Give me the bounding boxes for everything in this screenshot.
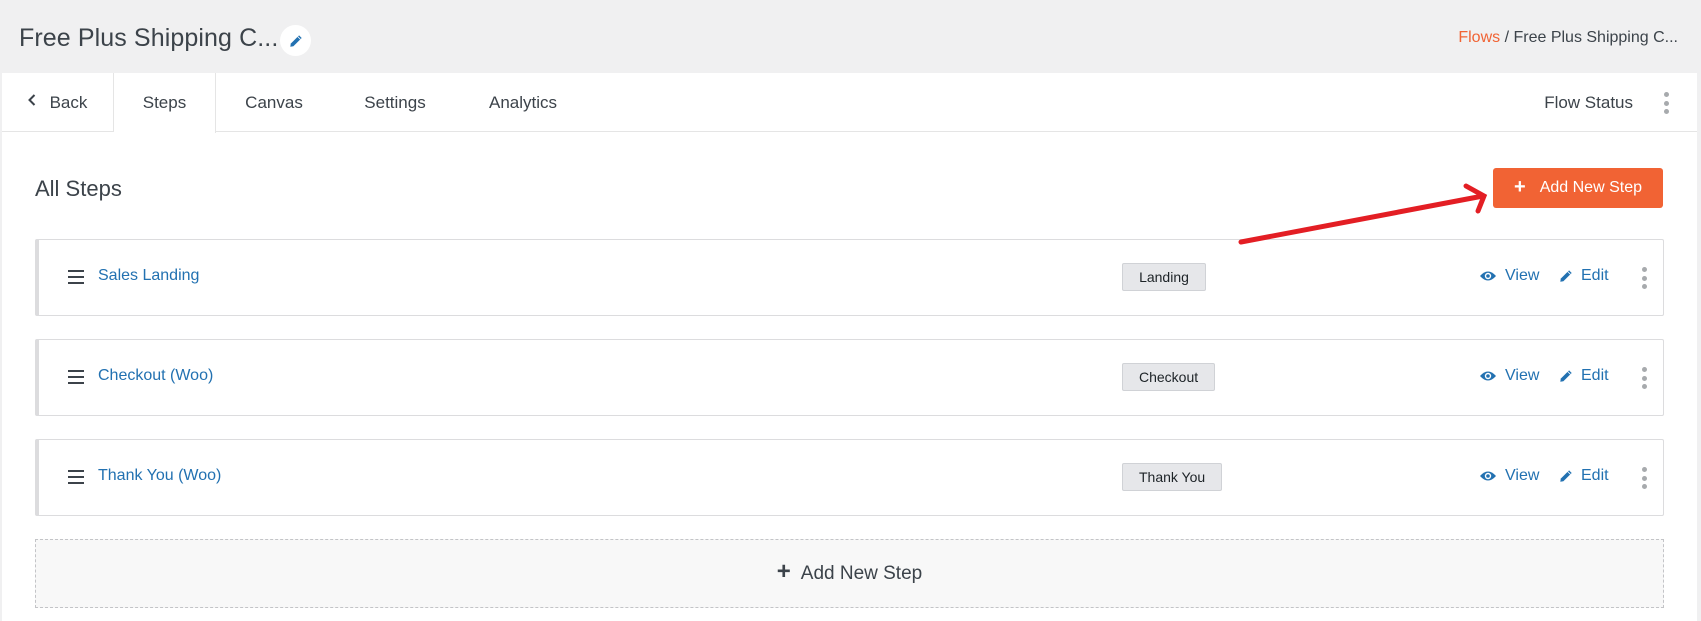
drag-handle-icon[interactable] xyxy=(68,370,84,384)
edit-label: Edit xyxy=(1581,267,1609,284)
view-label: View xyxy=(1505,267,1540,284)
view-label: View xyxy=(1505,467,1540,484)
eye-icon xyxy=(1480,371,1496,381)
view-label: View xyxy=(1505,367,1540,384)
step-name-link[interactable]: Checkout (Woo) xyxy=(98,367,213,385)
breadcrumb-flows-link[interactable]: Flows xyxy=(1458,29,1500,46)
view-step-link[interactable]: View xyxy=(1479,367,1539,385)
breadcrumb-separator: / xyxy=(1500,29,1514,46)
tab-analytics[interactable]: Analytics xyxy=(468,73,578,132)
add-new-step-dropzone[interactable]: + Add New Step xyxy=(35,539,1664,608)
view-step-link[interactable]: View xyxy=(1479,467,1539,485)
edit-step-link[interactable]: Edit xyxy=(1559,467,1609,485)
flow-more-menu-icon[interactable] xyxy=(1662,92,1670,114)
chevron-left-icon xyxy=(27,93,36,110)
main-panel: Back Steps Canvas Settings Analytics Flo… xyxy=(2,73,1697,621)
tab-canvas[interactable]: Canvas xyxy=(230,73,318,132)
flow-nav: Back Steps Canvas Settings Analytics Flo… xyxy=(2,73,1697,133)
tab-settings[interactable]: Settings xyxy=(346,73,444,132)
breadcrumb: Flows / Free Plus Shipping C... xyxy=(1458,29,1678,47)
pencil-icon xyxy=(289,34,302,47)
step-type-badge: Checkout xyxy=(1122,363,1216,391)
edit-step-link[interactable]: Edit xyxy=(1559,267,1609,285)
add-new-step-label: Add New Step xyxy=(1539,179,1642,196)
step-more-menu-icon[interactable] xyxy=(1640,267,1648,289)
eye-icon xyxy=(1480,471,1496,481)
breadcrumb-current: Free Plus Shipping C... xyxy=(1513,29,1678,46)
step-row: Checkout (Woo) Checkout View Edit xyxy=(35,339,1664,416)
step-more-menu-icon[interactable] xyxy=(1640,467,1648,489)
plus-icon: + xyxy=(776,557,791,585)
drag-handle-icon[interactable] xyxy=(68,270,84,284)
eye-icon xyxy=(1480,271,1496,281)
step-type-badge: Landing xyxy=(1122,263,1206,291)
flow-status-toggle[interactable]: Flow Status xyxy=(1544,73,1633,132)
add-new-step-footer-label: Add New Step xyxy=(800,562,923,584)
page-title: Free Plus Shipping C... xyxy=(19,24,279,52)
tab-steps[interactable]: Steps xyxy=(114,73,216,133)
page-header: Free Plus Shipping C... Flows / Free Plu… xyxy=(0,0,1701,73)
plus-icon: + xyxy=(1514,175,1526,198)
step-name-link[interactable]: Sales Landing xyxy=(98,267,199,285)
add-new-step-button[interactable]: + Add New Step xyxy=(1493,168,1663,208)
view-step-link[interactable]: View xyxy=(1479,267,1539,285)
back-button[interactable]: Back xyxy=(2,73,114,132)
step-row: Thank You (Woo) Thank You View Edit xyxy=(35,439,1664,516)
section-title: All Steps xyxy=(35,176,122,201)
step-more-menu-icon[interactable] xyxy=(1640,367,1648,389)
pencil-icon xyxy=(1560,370,1572,382)
pencil-icon xyxy=(1560,470,1572,482)
edit-label: Edit xyxy=(1581,367,1609,384)
drag-handle-icon[interactable] xyxy=(68,470,84,484)
edit-step-link[interactable]: Edit xyxy=(1559,367,1609,385)
step-name-link[interactable]: Thank You (Woo) xyxy=(98,467,221,485)
pencil-icon xyxy=(1560,270,1572,282)
edit-label: Edit xyxy=(1581,467,1609,484)
back-label: Back xyxy=(49,92,88,112)
edit-title-button[interactable] xyxy=(280,25,311,56)
step-type-badge: Thank You xyxy=(1122,463,1223,491)
step-row: Sales Landing Landing View Edit xyxy=(35,239,1664,316)
